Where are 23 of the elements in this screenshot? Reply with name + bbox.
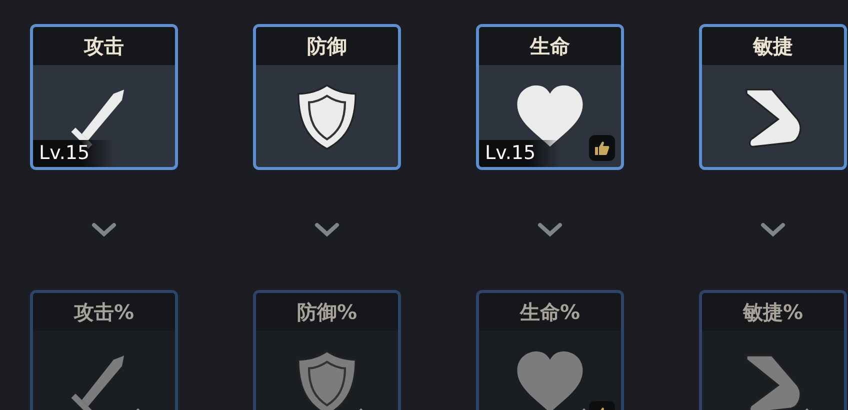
stat-card[interactable]: 攻击%	[30, 290, 178, 410]
stat-title: 生命	[530, 32, 570, 60]
stat-card[interactable]: 攻击 Lv.15	[30, 24, 178, 170]
stat-card[interactable]: 敏捷%	[699, 290, 847, 410]
chevron-down-icon	[537, 222, 563, 238]
stat-card[interactable]: 防御	[253, 24, 401, 170]
stat-title: 攻击%	[74, 298, 134, 326]
chevron-down-icon	[760, 222, 786, 238]
stat-title: 敏捷	[753, 32, 793, 60]
chevron-down-icon	[314, 222, 340, 238]
level-label: Lv.15	[33, 140, 114, 167]
stat-card[interactable]: 生命 Lv.15	[476, 24, 624, 170]
stat-title: 敏捷%	[742, 298, 804, 326]
thumbs-up-icon	[594, 140, 610, 156]
chevron-down-icon	[91, 222, 117, 238]
stat-title: 防御	[307, 32, 347, 60]
level-label: Lv.15	[479, 140, 560, 167]
stat-card[interactable]: 生命%	[476, 290, 624, 410]
stat-title: 防御%	[296, 298, 358, 326]
stat-title: 生命%	[520, 298, 580, 326]
stat-card[interactable]: 防御%	[253, 290, 401, 410]
stat-card[interactable]: 敏捷	[699, 24, 847, 170]
stat-title: 攻击	[84, 32, 124, 60]
